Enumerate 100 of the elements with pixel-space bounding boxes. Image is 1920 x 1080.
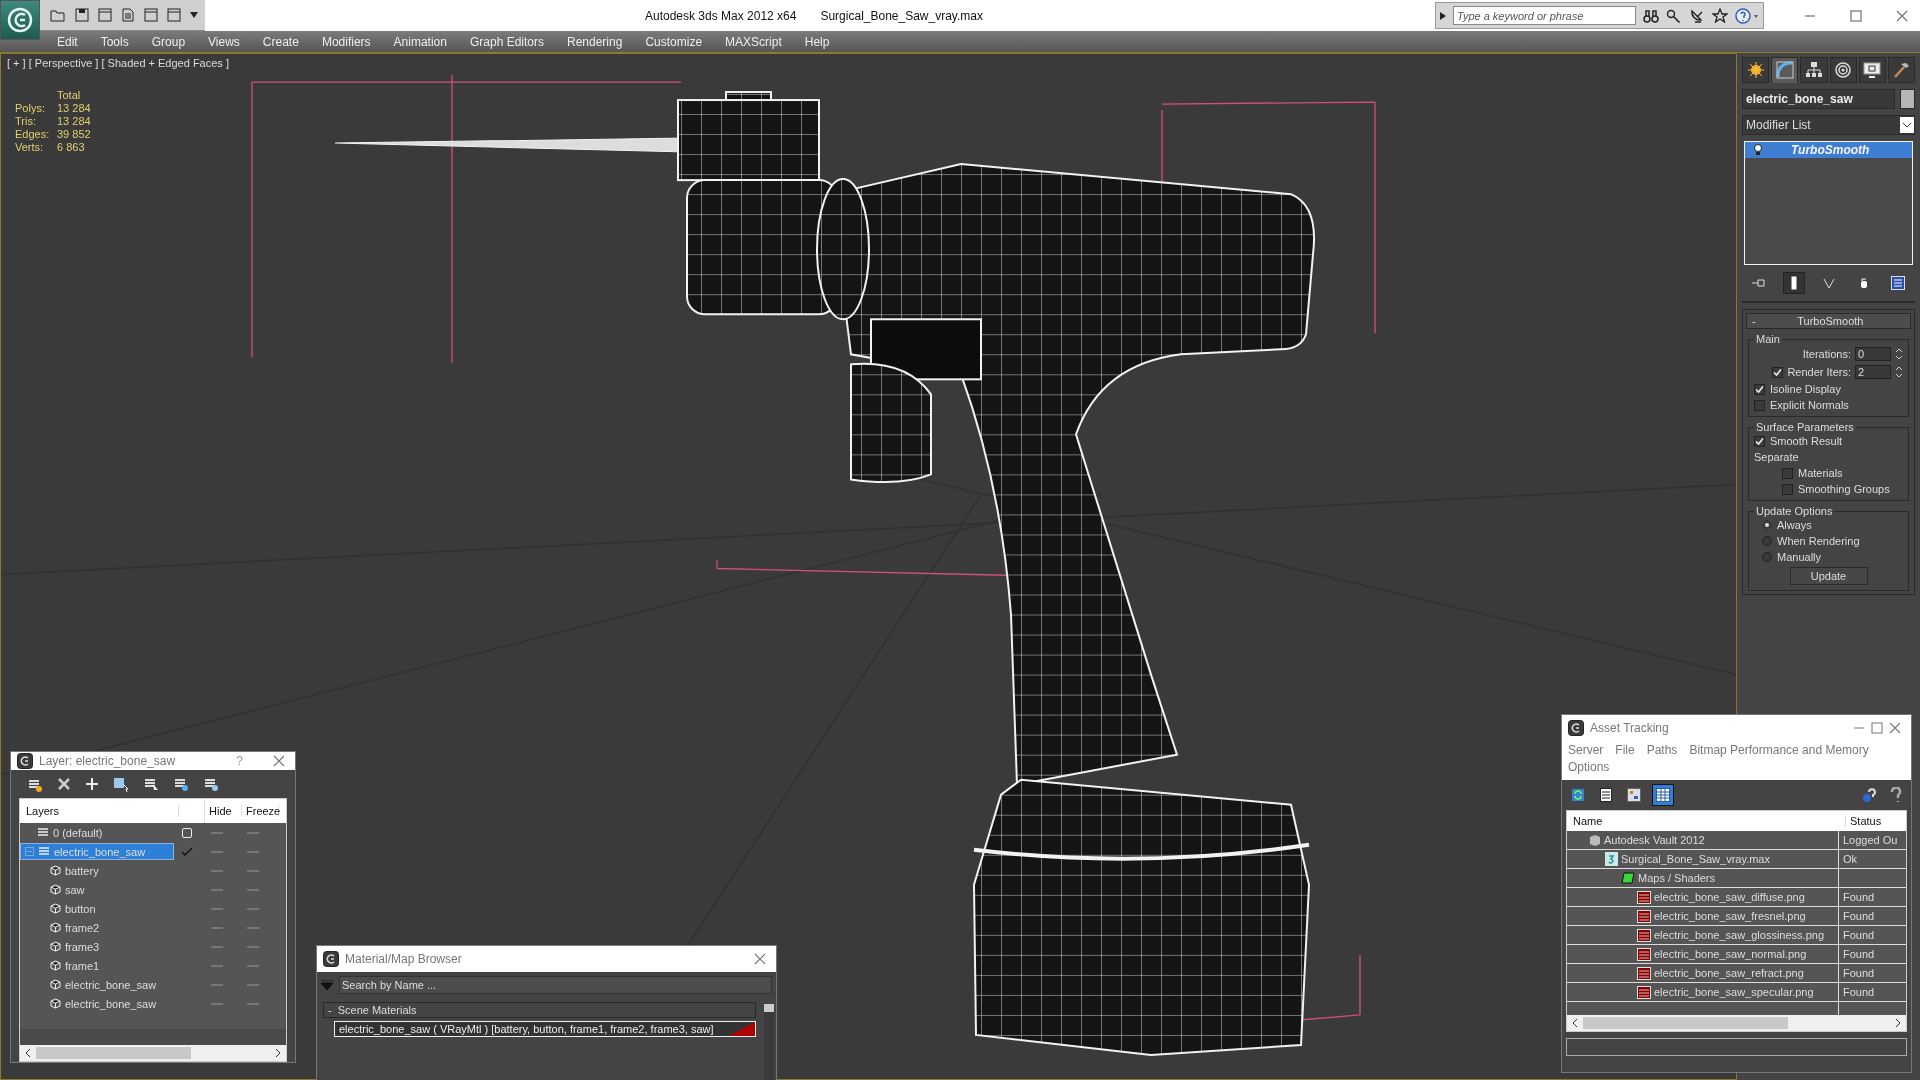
hide-toggle[interactable] [211,945,223,948]
hide-toggle[interactable] [211,964,223,967]
maximize-icon[interactable] [1871,722,1883,734]
save-icon[interactable] [75,8,89,22]
update-button[interactable]: Update [1789,567,1868,585]
checkbox[interactable] [1754,435,1765,447]
asset-item[interactable]: electric_bone_saw_diffuse.png [1567,888,1839,906]
star-icon[interactable] [1712,8,1728,23]
close-icon[interactable] [754,953,766,965]
select-objects-icon[interactable] [113,776,129,792]
close-icon[interactable] [1889,722,1901,734]
hide-toggle[interactable] [211,907,223,910]
spinner-arrows-icon[interactable] [1895,347,1903,361]
menu-item[interactable]: Group [151,34,186,49]
hide-toggle[interactable] [211,888,223,891]
radio-button[interactable] [1762,536,1772,546]
asset-item[interactable]: electric_bone_saw_specular.png [1567,983,1839,1001]
checkbox[interactable] [1754,399,1765,411]
asset-item[interactable]: Surgical_Bone_Saw_vray.max [1567,850,1839,868]
radio-button[interactable] [1762,520,1772,530]
object-item[interactable]: frame1 [20,957,174,974]
object-item[interactable]: saw [20,881,174,898]
object-name-field[interactable]: electric_bone_saw [1742,89,1895,109]
panel-tab[interactable] [1829,57,1857,83]
modifier-list-dropdown[interactable]: Modifier List [1742,115,1915,135]
material-item[interactable]: electric_bone_saw ( VRayMtl ) [battery, button, frame1, frame2, frame3, saw] [334,1021,756,1037]
select-layer-icon[interactable] [143,776,159,792]
panel-tab[interactable] [1771,57,1799,83]
freeze-toggle[interactable] [247,926,259,929]
layer-item[interactable]: electric_bone_saw [20,843,174,860]
column-header[interactable]: Status [1846,815,1882,827]
asset-item[interactable]: electric_bone_saw_refract.png [1567,964,1839,982]
checkbox[interactable] [1782,483,1793,495]
show-end-result-button[interactable] [1783,272,1806,294]
add-icon[interactable] [85,777,99,791]
menu-item[interactable]: Create [262,34,299,49]
scroll-left-icon[interactable] [24,1048,32,1058]
delete-icon[interactable] [57,777,71,791]
hide-toggle[interactable] [211,831,223,834]
menu-item[interactable]: Animation [393,34,447,49]
satellite-dish-icon[interactable] [1689,8,1705,23]
scroll-right-icon[interactable] [274,1048,282,1058]
panel-tab[interactable] [1800,57,1828,83]
object-item[interactable]: electric_bone_saw [20,995,174,1012]
asset-item[interactable]: Autodesk Vault 2012 [1567,831,1839,849]
column-header[interactable]: Freeze [242,805,279,817]
object-item[interactable]: button [20,900,174,917]
menu-item[interactable]: Graph Editors [469,34,544,49]
object-item[interactable]: electric_bone_saw [20,976,174,993]
asset-item[interactable]: electric_bone_saw_glossiness.png [1567,926,1839,944]
hide-toggle[interactable] [211,869,223,872]
help-button[interactable]: ? [236,754,243,768]
menu-item[interactable]: Help [804,34,830,49]
dropdown-caret-icon[interactable] [190,12,198,18]
hide-toggle[interactable] [211,850,223,853]
spinner-arrows-icon[interactable] [1895,365,1903,379]
checkbox[interactable] [1754,383,1765,395]
asset-item[interactable]: electric_bone_saw_normal.png [1567,945,1839,963]
open-folder-icon[interactable] [50,8,66,22]
hide-toggle[interactable] [211,1002,223,1005]
horizontal-scrollbar[interactable] [1567,1015,1906,1031]
expand-arrow-icon[interactable] [1440,11,1446,20]
menu-item[interactable]: Rendering [567,34,623,49]
freeze-toggle[interactable] [247,983,259,986]
freeze-toggle[interactable] [247,1002,259,1005]
search-field[interactable]: Search by Name ... [339,976,772,994]
column-header[interactable]: Hide [205,805,242,817]
current-layer-checkmark[interactable] [180,846,193,857]
menu-item[interactable]: Modifiers [321,34,371,49]
horizontal-scrollbar[interactable] [20,1045,286,1061]
menu-item[interactable]: File [1615,743,1635,757]
group-header[interactable]: - Scene Materials [323,1002,756,1018]
panel-tab[interactable] [1858,57,1886,83]
object-color-swatch[interactable] [1900,89,1915,109]
freeze-toggle[interactable] [247,964,259,967]
freeze-toggle[interactable] [247,850,259,853]
highlight-layer-icon[interactable] [173,776,189,792]
binoculars-icon[interactable] [1643,8,1659,23]
panel-tab[interactable] [1887,57,1916,83]
vertical-scrollbar[interactable] [764,1004,774,1080]
viewport-label[interactable]: [ + ] [ Perspective ] [ Shaded + Edged Faces ] [7,57,229,69]
freeze-toggle[interactable] [247,869,259,872]
menu-item[interactable]: Views [208,34,240,49]
window-icon[interactable] [144,8,158,22]
current-layer-checkbox[interactable] [181,827,192,838]
help-icon[interactable] [1861,787,1879,803]
window-icon[interactable] [98,8,112,22]
radio-button[interactable] [1762,552,1772,562]
checkbox[interactable] [1772,366,1784,378]
column-header[interactable]: Name [1567,815,1846,827]
help-icon[interactable] [1735,7,1759,24]
object-item[interactable]: frame3 [20,938,174,955]
freeze-toggle[interactable] [247,907,259,910]
object-item[interactable]: frame2 [20,919,174,936]
application-menu-button[interactable] [0,0,40,40]
hide-toggle[interactable] [211,926,223,929]
hide-all-icon[interactable] [203,776,219,792]
checkbox[interactable] [1782,467,1793,479]
search-field[interactable]: Type a keyword or phrase [1453,6,1636,25]
menu-item[interactable]: MAXScript [725,34,782,49]
